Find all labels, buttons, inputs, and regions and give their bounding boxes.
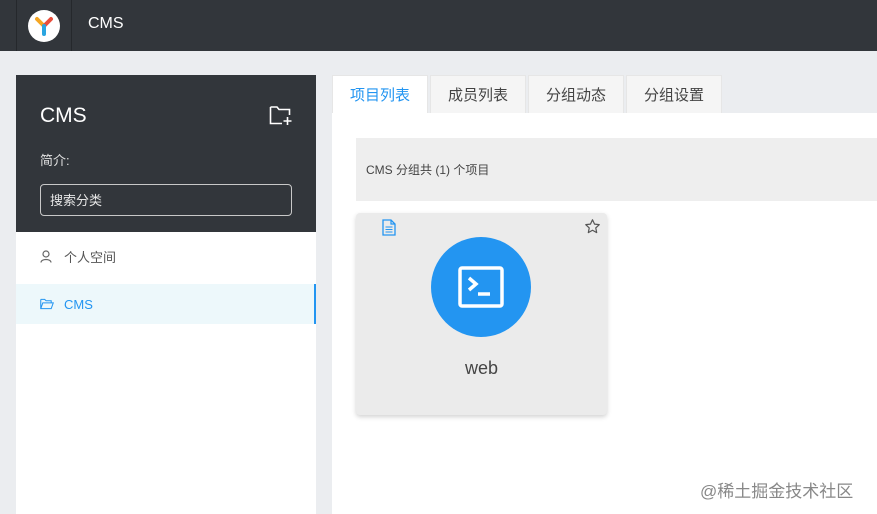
sidebar-item-label: 个人空间 — [64, 249, 117, 265]
star-icon[interactable] — [584, 218, 601, 235]
project-card[interactable]: web — [356, 213, 607, 415]
top-bar: CMS — [0, 0, 877, 51]
tab-project-list[interactable]: 项目列表 — [332, 75, 428, 113]
app-title: CMS — [88, 15, 124, 32]
project-count-summary: CMS 分组共 (1) 个项目 — [356, 138, 877, 201]
project-name: web — [464, 358, 499, 378]
main-panel: 项目列表 成员列表 分组动态 分组设置 CMS 分组共 (1) 个项目 web — [332, 75, 877, 514]
yapi-logo-icon — [28, 9, 60, 42]
sidebar-item-personal-space[interactable]: 个人空间 — [16, 236, 316, 276]
watermark: @稀土掘金技术社区 — [700, 482, 854, 501]
group-intro-label: 简介: — [40, 153, 70, 168]
folder-open-icon — [40, 297, 54, 311]
document-icon[interactable] — [382, 219, 398, 237]
sidebar-item-label: CMS — [64, 296, 93, 312]
logo-button[interactable] — [16, 0, 72, 51]
user-icon — [40, 249, 54, 263]
tab-group-settings[interactable]: 分组设置 — [626, 75, 722, 113]
terminal-icon — [458, 266, 504, 308]
group-header: CMS 简介: — [16, 75, 316, 232]
tab-bar: 项目列表 成员列表 分组动态 分组设置 — [332, 75, 877, 113]
group-sidebar: CMS 简介: 个人空间 CMS — [16, 75, 316, 514]
tab-member-list[interactable]: 成员列表 — [430, 75, 526, 113]
category-search-input[interactable] — [40, 184, 292, 216]
folder-add-icon[interactable] — [269, 104, 293, 126]
project-avatar — [431, 237, 531, 337]
tab-group-activity[interactable]: 分组动态 — [528, 75, 624, 113]
sidebar-item-cms[interactable]: CMS — [16, 284, 316, 324]
group-title: CMS — [40, 104, 87, 127]
